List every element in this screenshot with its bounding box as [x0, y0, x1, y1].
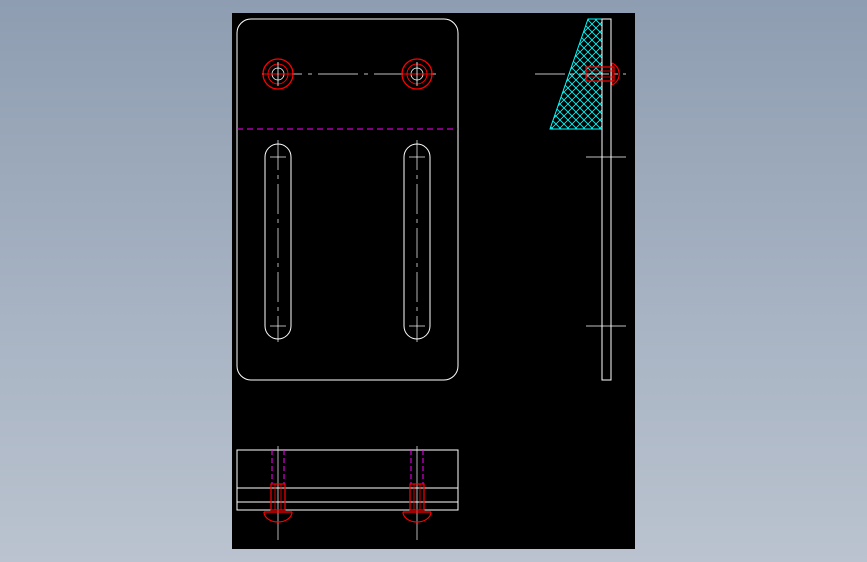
- mounting-hole-right[interactable]: [401, 58, 433, 90]
- mounting-hole-left[interactable]: [262, 58, 294, 90]
- drawing-canvas[interactable]: [0, 0, 867, 562]
- cad-viewport[interactable]: [0, 0, 867, 562]
